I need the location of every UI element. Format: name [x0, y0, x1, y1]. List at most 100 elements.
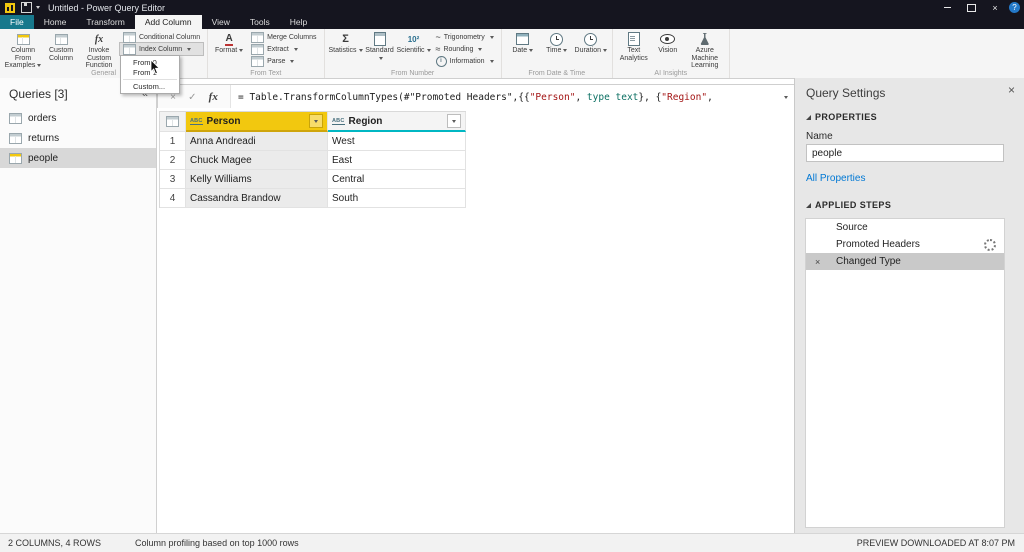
step-changed-type[interactable]: × Changed Type [806, 253, 1004, 270]
cell-person-1[interactable]: Anna Andreadi [186, 132, 328, 151]
person-filter-button[interactable] [309, 114, 323, 128]
save-icon[interactable] [21, 2, 32, 13]
column-from-examples-button[interactable]: Column From Examples [4, 31, 42, 70]
statistics-button[interactable]: Σ Statistics [329, 31, 363, 55]
window-title: Untitled - Power Query Editor [48, 3, 165, 13]
maximize-button[interactable] [959, 0, 983, 15]
table-icon [9, 133, 22, 144]
delete-step-icon[interactable]: × [815, 257, 820, 267]
all-properties-link[interactable]: All Properties [806, 173, 865, 184]
row-number[interactable]: 4 [160, 189, 186, 208]
commit-formula-button[interactable]: ✓ [188, 92, 196, 103]
custom-column-button[interactable]: Custom Column [42, 31, 80, 62]
chevron-down-icon [529, 49, 533, 52]
text-type-icon: ABC [332, 118, 345, 125]
date-button[interactable]: Date [506, 31, 540, 55]
minimize-icon [944, 7, 951, 8]
cell-region-3[interactable]: Central [328, 170, 466, 189]
duration-button[interactable]: Duration [574, 31, 608, 55]
ribbon-group-ai-insights: Text Analytics Vision Azure Machine Lear… [613, 29, 730, 78]
group-label-from-datetime: From Date & Time [502, 70, 612, 77]
tab-view[interactable]: View [202, 15, 240, 29]
merge-columns-button[interactable]: Merge Columns [248, 31, 319, 43]
help-button[interactable]: ? [1009, 2, 1020, 13]
cell-person-4[interactable]: Cassandra Brandow [186, 189, 328, 208]
conditional-column-button[interactable]: Conditional Column [120, 31, 203, 43]
cell-region-1[interactable]: West [328, 132, 466, 151]
chevron-down-icon [294, 48, 298, 51]
minimize-button[interactable] [935, 0, 959, 15]
tab-tools[interactable]: Tools [240, 15, 280, 29]
trigonometry-button[interactable]: ~ Trigonometry [433, 31, 497, 43]
query-settings-panel: Query Settings × PROPERTIES Name All Pro… [794, 78, 1024, 533]
tab-home[interactable]: Home [34, 15, 77, 29]
row-number[interactable]: 3 [160, 170, 186, 189]
time-button[interactable]: Time [540, 31, 574, 55]
row-number[interactable]: 2 [160, 151, 186, 170]
cell-region-4[interactable]: South [328, 189, 466, 208]
row-number[interactable]: 1 [160, 132, 186, 151]
status-bar: 2 COLUMNS, 4 ROWS Column profiling based… [0, 533, 1024, 552]
format-icon: A [225, 33, 232, 46]
fx-icon: fx [95, 34, 103, 45]
cell-person-3[interactable]: Kelly Williams [186, 170, 328, 189]
tab-file[interactable]: File [0, 15, 34, 29]
text-type-icon: ABC [190, 118, 203, 125]
text-analytics-button[interactable]: Text Analytics [617, 31, 651, 62]
standard-button[interactable]: Standard [363, 31, 397, 62]
step-promoted-headers[interactable]: Promoted Headers [806, 236, 1004, 253]
profiling-status[interactable]: Column profiling based on top 1000 rows [135, 538, 299, 548]
custom-column-icon [55, 34, 68, 45]
text-analytics-icon [628, 32, 640, 46]
ribbon-group-from-text: A Format Merge Columns Extract Parse [208, 29, 324, 78]
chevron-down-icon [290, 60, 294, 63]
data-preview-table: ABC Person ABC Region 1 Anna Andreadi We… [159, 111, 466, 208]
from-number-small-buttons: ~ Trigonometry ≈ Rounding i Information [433, 31, 497, 67]
expand-formula-bar-button[interactable] [775, 85, 795, 109]
power-bi-app-icon [5, 3, 15, 13]
quick-access-caret-icon[interactable] [36, 6, 40, 9]
tab-add-column[interactable]: Add Column [135, 15, 202, 29]
menu-item-custom[interactable]: Custom... [121, 81, 179, 92]
rounding-button[interactable]: ≈ Rounding [433, 43, 497, 55]
region-filter-button[interactable] [447, 114, 461, 128]
table-row: 4 Cassandra Brandow South [160, 189, 466, 208]
information-button[interactable]: i Information [433, 55, 497, 67]
close-button[interactable]: × [983, 0, 1007, 15]
vision-button[interactable]: Vision [651, 31, 685, 55]
invoke-custom-function-button[interactable]: fx Invoke Custom Function [80, 31, 118, 70]
applied-steps-section-header[interactable]: APPLIED STEPS [806, 200, 891, 210]
close-panel-button[interactable]: × [1008, 83, 1015, 97]
column-row-count: 2 COLUMNS, 4 ROWS [8, 538, 101, 548]
group-label-ai-insights: AI Insights [613, 70, 729, 77]
chevron-down-icon [239, 49, 243, 52]
formula-input[interactable]: = Table.TransformColumnTypes(#"Promoted … [231, 85, 775, 109]
column-header-region[interactable]: ABC Region [328, 112, 466, 132]
query-name-input[interactable] [806, 144, 1004, 162]
parse-button[interactable]: Parse [248, 55, 319, 67]
properties-section-header[interactable]: PROPERTIES [806, 112, 877, 122]
query-item-orders[interactable]: orders [0, 108, 156, 128]
gear-icon[interactable] [984, 239, 996, 251]
chevron-down-icon [563, 49, 567, 52]
header-row: ABC Person ABC Region [160, 112, 466, 132]
chevron-down-icon [37, 64, 41, 67]
cell-region-2[interactable]: East [328, 151, 466, 170]
scientific-button[interactable]: 10² Scientific [397, 31, 431, 55]
filter-chevron-icon [452, 120, 456, 123]
index-column-button[interactable]: Index Column [120, 43, 203, 55]
query-item-people[interactable]: people [0, 148, 156, 168]
ribbon-group-from-datetime: Date Time Duration From Date & Time [502, 29, 613, 78]
format-button[interactable]: A Format [212, 31, 246, 55]
step-source[interactable]: Source [806, 219, 1004, 236]
column-header-person[interactable]: ABC Person [186, 112, 328, 132]
select-all-cell[interactable] [160, 112, 186, 132]
query-item-returns[interactable]: returns [0, 128, 156, 148]
window-controls: × ? [935, 0, 1024, 15]
azure-machine-learning-button[interactable]: Azure Machine Learning [685, 31, 725, 70]
tab-transform[interactable]: Transform [76, 15, 134, 29]
tab-help[interactable]: Help [280, 15, 317, 29]
extract-button[interactable]: Extract [248, 43, 319, 55]
title-bar: Untitled - Power Query Editor × ? [0, 0, 1024, 15]
cell-person-2[interactable]: Chuck Magee [186, 151, 328, 170]
